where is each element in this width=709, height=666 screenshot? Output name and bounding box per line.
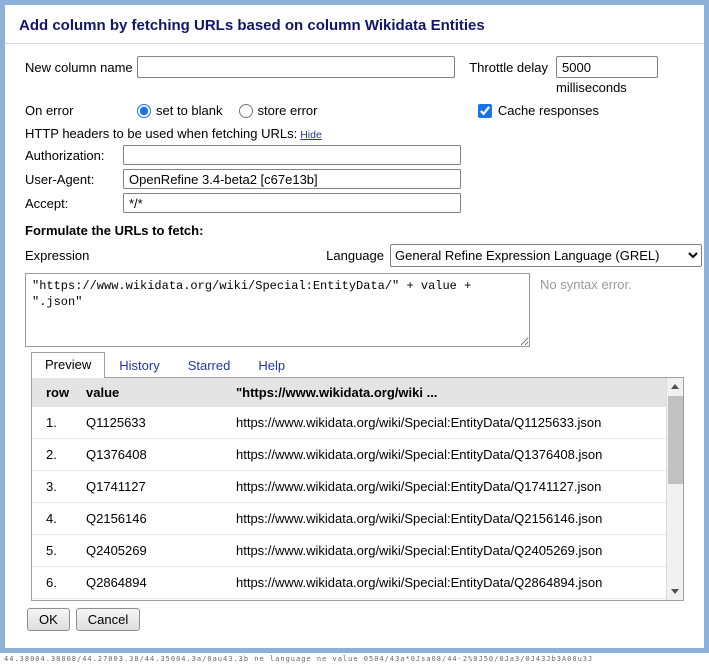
accept-row: Accept: — [25, 193, 684, 213]
cache-responses-option[interactable]: Cache responses — [478, 103, 599, 118]
expression-header-row: Expression Language General Refine Expre… — [25, 244, 702, 267]
user-agent-input[interactable] — [123, 169, 461, 189]
row-number: 7. — [32, 599, 76, 602]
authorization-row: Authorization: — [25, 145, 684, 165]
syntax-status: No syntax error. — [540, 277, 632, 292]
hide-headers-link[interactable]: Hide — [300, 129, 322, 141]
language-group: Language General Refine Expression Langu… — [326, 244, 702, 267]
dialog-title: Add column by fetching URLs based on col… — [5, 5, 704, 44]
row-url: https://www.wikidata.org/wiki/Special:En… — [226, 567, 666, 599]
row-value: Q2864894 — [76, 567, 226, 599]
new-column-row: New column name Throttle delay milliseco… — [25, 56, 684, 95]
row-url: https://www.wikidata.org/wiki/Special:En… — [226, 599, 666, 602]
http-headers-rows: Authorization: User-Agent: Accept: — [25, 145, 684, 213]
table-row: 4. Q2156146 https://www.wikidata.org/wik… — [32, 503, 666, 535]
on-error-set-to-blank-option[interactable]: set to blank — [137, 103, 223, 118]
cancel-button[interactable]: Cancel — [76, 608, 140, 631]
http-headers-section: HTTP headers to be used when fetching UR… — [25, 126, 684, 141]
on-error-store-error-option[interactable]: store error — [239, 103, 318, 118]
dialog-body: New column name Throttle delay milliseco… — [5, 44, 704, 646]
tab-preview[interactable]: Preview — [31, 352, 105, 378]
expression-tabs: Preview History Starred Help — [31, 353, 684, 377]
tab-starred[interactable]: Starred — [174, 354, 245, 377]
row-url: https://www.wikidata.org/wiki/Special:En… — [226, 407, 666, 439]
throttle-group: Throttle delay milliseconds — [469, 56, 658, 95]
accept-label: Accept: — [25, 196, 123, 211]
row-number: 6. — [32, 567, 76, 599]
preview-panel: row value "https://www.wikidata.org/wiki… — [31, 377, 684, 601]
row-url: https://www.wikidata.org/wiki/Special:En… — [226, 471, 666, 503]
http-headers-label: HTTP headers to be used when fetching UR… — [25, 126, 297, 141]
row-number: 4. — [32, 503, 76, 535]
new-column-name-label: New column name — [25, 56, 137, 75]
accept-input[interactable] — [123, 193, 461, 213]
row-value: Q2901301 — [76, 599, 226, 602]
row-url: https://www.wikidata.org/wiki/Special:En… — [226, 439, 666, 471]
dialog-footer: OK Cancel — [27, 608, 684, 631]
row-number: 5. — [32, 535, 76, 567]
table-row: 5. Q2405269 https://www.wikidata.org/wik… — [32, 535, 666, 567]
row-value: Q1741127 — [76, 471, 226, 503]
throttle-delay-label: Throttle delay — [469, 56, 548, 75]
cache-responses-label: Cache responses — [498, 103, 599, 118]
row-value: Q1125633 — [76, 407, 226, 439]
language-label: Language — [326, 248, 384, 263]
row-number: 1. — [32, 407, 76, 439]
user-agent-label: User-Agent: — [25, 172, 123, 187]
table-row: 3. Q1741127 https://www.wikidata.org/wik… — [32, 471, 666, 503]
column-header-url: "https://www.wikidata.org/wiki ... — [226, 378, 666, 407]
openrefine-window: Add column by fetching URLs based on col… — [0, 0, 709, 666]
tab-history[interactable]: History — [105, 354, 173, 377]
row-number: 2. — [32, 439, 76, 471]
row-value: Q1376408 — [76, 439, 226, 471]
user-agent-row: User-Agent: — [25, 169, 684, 189]
scroll-up-button[interactable] — [667, 378, 684, 395]
table-row: 6. Q2864894 https://www.wikidata.org/wik… — [32, 567, 666, 599]
row-value: Q2405269 — [76, 535, 226, 567]
table-row: 7. Q2901301 https://www.wikidata.org/wik… — [32, 599, 666, 602]
table-header-row: row value "https://www.wikidata.org/wiki… — [32, 378, 666, 407]
column-header-value: value — [76, 378, 226, 407]
column-header-row: row — [32, 378, 76, 407]
row-number: 3. — [32, 471, 76, 503]
set-to-blank-label: set to blank — [156, 103, 223, 118]
language-select[interactable]: General Refine Expression Language (GREL… — [390, 244, 702, 267]
scroll-down-button[interactable] — [667, 583, 684, 600]
store-error-label: store error — [258, 103, 318, 118]
on-error-label: On error — [25, 103, 137, 118]
expression-label: Expression — [25, 248, 89, 263]
ok-button[interactable]: OK — [27, 608, 70, 631]
scrollbar-thumb[interactable] — [668, 396, 683, 484]
throttle-delay-input[interactable] — [556, 56, 658, 78]
table-row: 2. Q1376408 https://www.wikidata.org/wik… — [32, 439, 666, 471]
expression-textarea[interactable]: "https://www.wikidata.org/wiki/Special:E… — [25, 273, 530, 347]
preview-table: row value "https://www.wikidata.org/wiki… — [32, 378, 666, 601]
row-value: Q2156146 — [76, 503, 226, 535]
on-error-row: On error set to blank store error Cache … — [25, 103, 684, 118]
authorization-label: Authorization: — [25, 148, 123, 163]
background-page-fragment: 44.38004.38008/44.27003.38/44.35004.3a/0… — [0, 653, 709, 666]
formulate-urls-label: Formulate the URLs to fetch: — [25, 223, 684, 238]
set-to-blank-radio[interactable] — [137, 104, 151, 118]
table-row: 1. Q1125633 https://www.wikidata.org/wik… — [32, 407, 666, 439]
throttle-unit-label: milliseconds — [556, 80, 658, 95]
expression-block: "https://www.wikidata.org/wiki/Special:E… — [25, 273, 684, 347]
row-url: https://www.wikidata.org/wiki/Special:En… — [226, 503, 666, 535]
preview-scrollbar[interactable] — [666, 378, 683, 600]
authorization-input[interactable] — [123, 145, 461, 165]
cache-responses-checkbox[interactable] — [478, 104, 492, 118]
tab-help[interactable]: Help — [244, 354, 299, 377]
new-column-name-input[interactable] — [137, 56, 455, 78]
add-column-fetch-dialog: Add column by fetching URLs based on col… — [0, 0, 709, 653]
row-url: https://www.wikidata.org/wiki/Special:En… — [226, 535, 666, 567]
store-error-radio[interactable] — [239, 104, 253, 118]
